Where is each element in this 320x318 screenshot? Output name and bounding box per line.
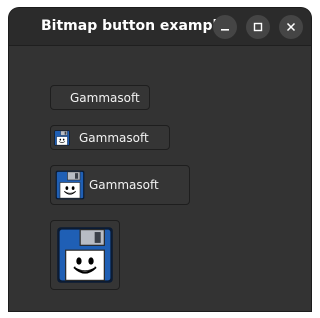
large-icon-button[interactable] (50, 220, 120, 290)
floppy-disk-icon (55, 170, 85, 200)
small-icon-button[interactable]: Gammasoft (50, 125, 170, 150)
text-only-button[interactable]: Gammasoft (50, 85, 150, 110)
close-icon (286, 22, 296, 32)
minimize-button[interactable] (213, 15, 237, 39)
maximize-button[interactable] (246, 15, 270, 39)
maximize-icon (253, 22, 263, 32)
app-window: Bitmap button example Gammasoft Gammasof… (9, 8, 311, 311)
medium-icon-button-label: Gammasoft (89, 178, 159, 192)
floppy-disk-icon (54, 130, 70, 146)
floppy-disk-icon (56, 226, 114, 284)
title-bar[interactable]: Bitmap button example (9, 8, 311, 46)
text-only-button-label: Gammasoft (70, 91, 140, 105)
small-icon-button-label: Gammasoft (79, 131, 149, 145)
close-button[interactable] (279, 15, 303, 39)
window-title: Bitmap button example (41, 18, 227, 34)
medium-icon-button[interactable]: Gammasoft (50, 165, 190, 205)
minimize-icon (221, 29, 229, 31)
